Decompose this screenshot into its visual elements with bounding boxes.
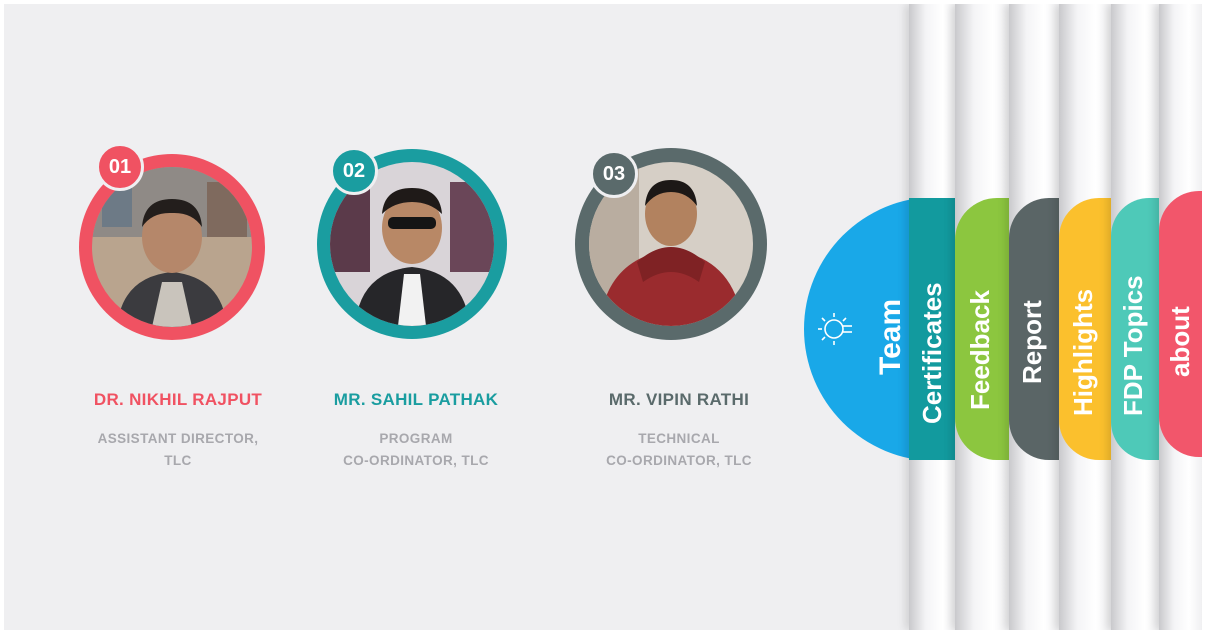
- tab-label: Certificates: [917, 282, 947, 424]
- tab-label: about: [1165, 306, 1195, 377]
- tab-label: Report: [1017, 300, 1047, 384]
- member-role-line2: TLC: [164, 453, 192, 468]
- member-name: MR. SAHIL PATHAK: [333, 390, 499, 409]
- tab-label: FDP Topics: [1118, 275, 1148, 416]
- tab-label: Team: [874, 298, 907, 375]
- member-name: DR. NIKHIL RAJPUT: [93, 390, 263, 409]
- tab-label: Highlights: [1068, 288, 1098, 416]
- slide: 01 DR. NIKHIL RAJPUT ASSISTANT DIRECTOR,…: [4, 4, 1202, 630]
- member-role-line2: CO-ORDINATOR, TLC: [343, 453, 489, 468]
- member-role-line2: CO-ORDINATOR, TLC: [606, 453, 752, 468]
- tab-label: Feedback: [965, 290, 995, 410]
- member-number-badge: 03: [590, 150, 638, 198]
- member-number-badge: 01: [96, 143, 144, 191]
- tab-certificates[interactable]: Certificates: [909, 198, 957, 460]
- tab-highlights[interactable]: Highlights: [1059, 198, 1111, 460]
- member-role-line1: TECHNICAL: [638, 431, 720, 446]
- member-name: MR. VIPIN RATHI: [608, 390, 750, 409]
- tab-fdp-topics[interactable]: FDP Topics: [1111, 198, 1159, 460]
- lightbulb-icon: [812, 309, 856, 349]
- tab-report[interactable]: Report: [1009, 198, 1059, 460]
- member-photo: [92, 167, 252, 327]
- tab-about[interactable]: about: [1159, 191, 1202, 457]
- member-number-badge: 02: [330, 147, 378, 195]
- tab-feedback[interactable]: Feedback: [955, 198, 1009, 460]
- member-role-line1: PROGRAM: [379, 431, 453, 446]
- member-role-line1: ASSISTANT DIRECTOR,: [97, 431, 259, 446]
